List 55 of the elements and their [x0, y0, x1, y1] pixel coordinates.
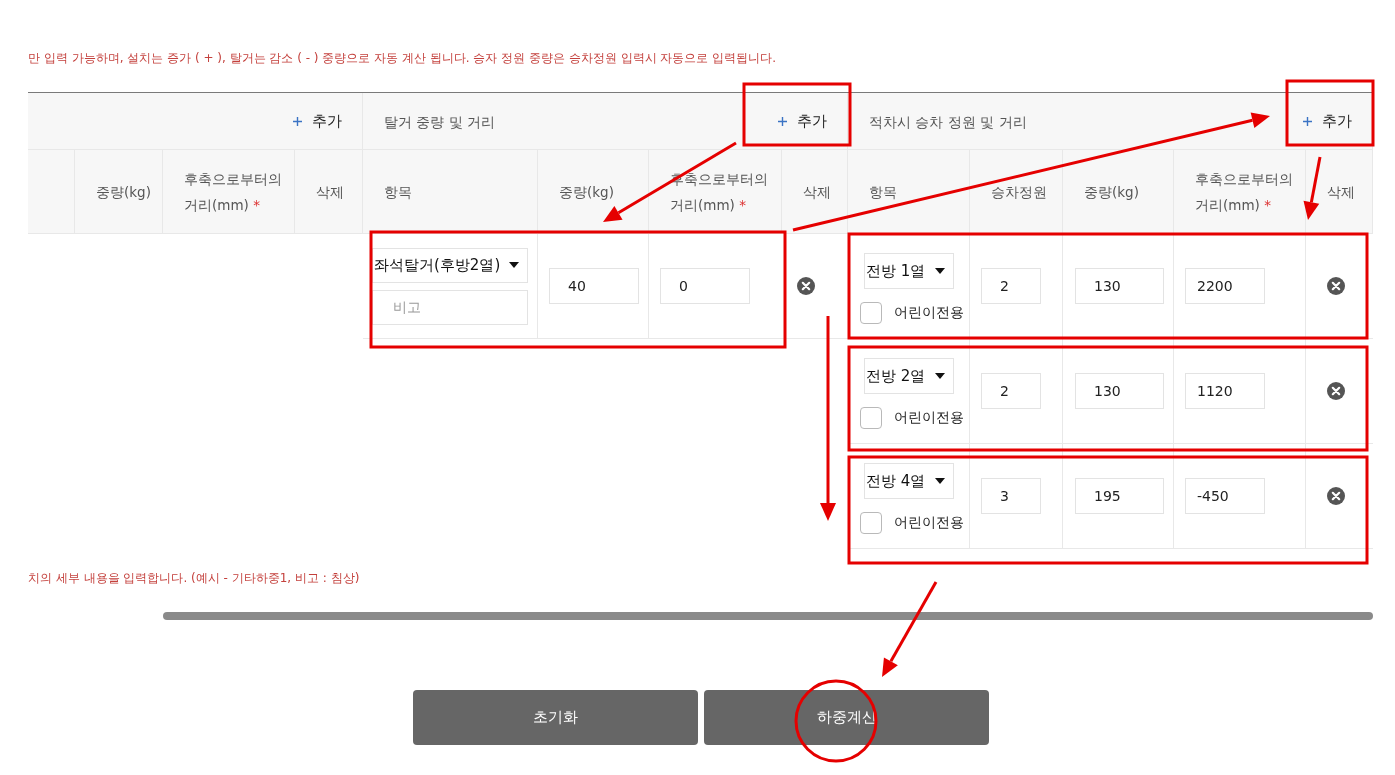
column-header: 승차정원: [991, 182, 1047, 202]
delete-icon[interactable]: [1327, 277, 1345, 295]
column-header: 후축으로부터의 거리(mm) *: [184, 169, 283, 215]
add-button[interactable]: 추가: [293, 111, 342, 131]
horizontal-scrollbar[interactable]: [163, 612, 1373, 620]
column-header: 후축으로부터의 거리(mm) *: [1195, 169, 1294, 215]
weight-field[interactable]: 130: [1075, 373, 1164, 409]
caret-icon: [509, 262, 519, 268]
action-button[interactable]: 초기화: [413, 690, 698, 745]
annotation-arrow: [1303, 156, 1322, 220]
passenger-count-field[interactable]: 3: [981, 478, 1041, 514]
add-button[interactable]: 추가: [1303, 111, 1352, 131]
distance-field[interactable]: 0: [660, 268, 750, 304]
section-title: 탈거 중량 및 거리: [384, 114, 496, 132]
checkbox-label: 어린이전용: [894, 514, 964, 532]
column-header: 삭제: [316, 182, 344, 202]
checkbox[interactable]: [860, 512, 882, 534]
weight-field[interactable]: 130: [1075, 268, 1164, 304]
column-header: 항목: [384, 182, 412, 202]
item-dropdown[interactable]: 좌석탈거(후방2열): [372, 247, 528, 283]
delete-icon[interactable]: [1327, 487, 1345, 505]
seat-dropdown[interactable]: 전방 1열: [864, 253, 954, 289]
passenger-count-field[interactable]: 2: [981, 268, 1041, 304]
section-title: 적차시 승차 정원 및 거리: [869, 114, 1027, 132]
seat-dropdown[interactable]: 전방 4열: [864, 463, 954, 499]
plus-icon: [293, 116, 302, 126]
caret-icon: [935, 478, 945, 484]
column-header: 삭제: [803, 182, 831, 202]
weight-field[interactable]: 195: [1075, 478, 1164, 514]
action-button[interactable]: 하중계산: [704, 690, 989, 745]
checkbox[interactable]: [860, 407, 882, 429]
column-header: 중량(kg): [1084, 182, 1139, 202]
distance-field[interactable]: 2200: [1185, 268, 1265, 304]
column-header: 중량(kg): [96, 182, 151, 202]
note-field[interactable]: 비고: [372, 289, 528, 325]
column-header: 삭제: [1327, 182, 1355, 202]
plus-icon: [1303, 116, 1312, 126]
checkbox[interactable]: [860, 302, 882, 324]
checkbox-label: 어린이전용: [894, 304, 964, 322]
distance-field[interactable]: 1120: [1185, 373, 1265, 409]
notice-text: 치의 세부 내용을 입력합니다. (예시 - 기타하중1, 비고 : 침상): [28, 570, 360, 587]
checkbox-label: 어린이전용: [894, 409, 964, 427]
caret-icon: [935, 268, 945, 274]
distance-field[interactable]: -450: [1185, 478, 1265, 514]
add-button[interactable]: 추가: [778, 111, 827, 131]
column-header: 항목: [869, 182, 897, 202]
delete-icon[interactable]: [1327, 382, 1345, 400]
plus-icon: [778, 116, 787, 126]
seat-dropdown[interactable]: 전방 2열: [864, 358, 954, 394]
weight-field[interactable]: 40: [549, 268, 639, 304]
notice-text: 만 입력 가능하며, 설치는 증가 ( + ), 탈거는 감소 ( - ) 중량으로 자동 계산 됩니다. 승자 정원 중량은 승차정원 입력시 자동으로 입력됩니다.: [28, 50, 777, 67]
caret-icon: [935, 373, 945, 379]
passenger-count-field[interactable]: 2: [981, 373, 1041, 409]
column-header: 중량(kg): [559, 182, 614, 202]
delete-icon[interactable]: [797, 277, 815, 295]
